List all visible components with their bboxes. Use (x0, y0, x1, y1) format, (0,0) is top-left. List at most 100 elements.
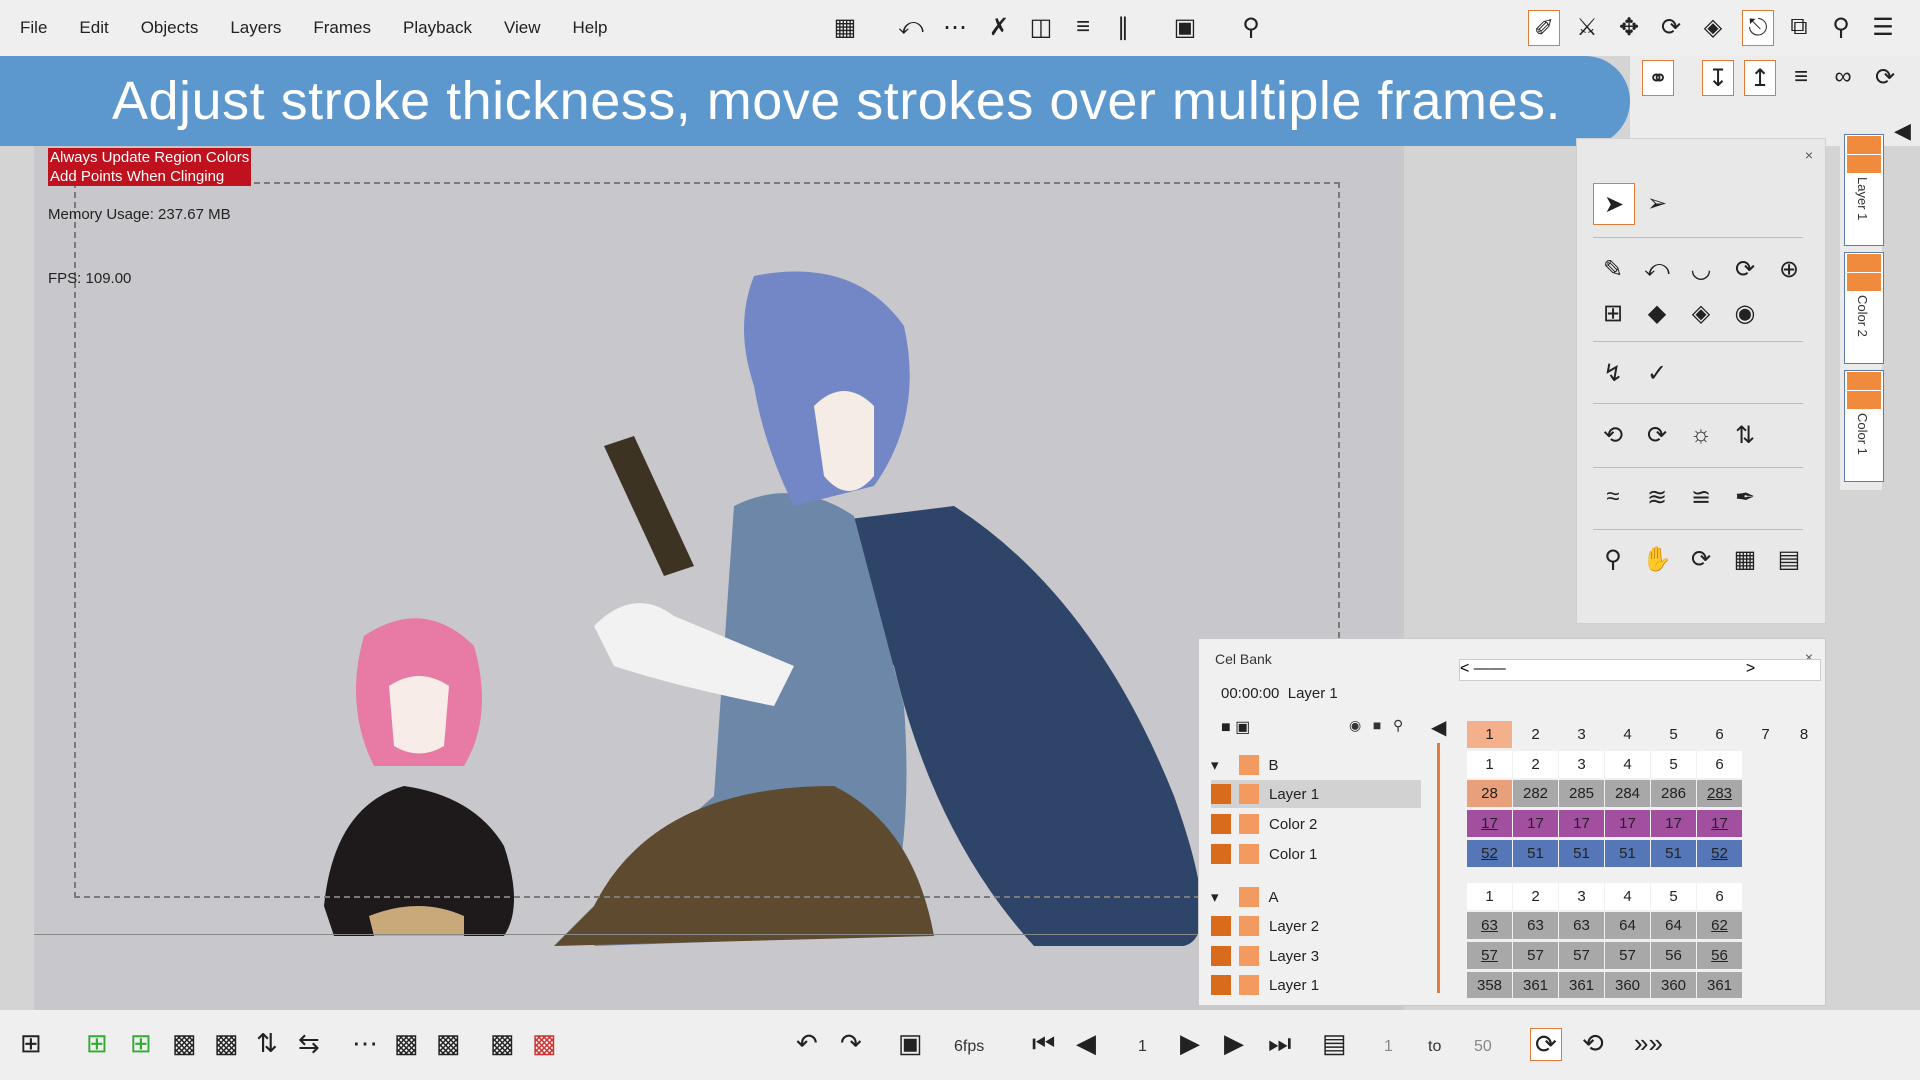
frames-icon[interactable]: ▩ (172, 1028, 197, 1059)
cel-cell[interactable]: 17 (1513, 810, 1558, 837)
menu-layers[interactable]: Layers (230, 18, 281, 38)
menu-file[interactable]: File (20, 18, 47, 38)
sort-up-icon[interactable]: ↥ (1744, 60, 1776, 96)
layer-row[interactable]: Layer 3 (1211, 942, 1421, 970)
menu-view[interactable]: View (504, 18, 541, 38)
bounce-icon[interactable]: ⟲ (1582, 1028, 1604, 1059)
cel-cell[interactable]: 361 (1697, 972, 1742, 998)
stamp-tool-icon[interactable]: ⎋ (1742, 10, 1774, 46)
link-icon[interactable]: ∞ (1828, 60, 1858, 94)
eyedropper-icon[interactable]: ✒ (1725, 477, 1765, 517)
curve-pen-icon[interactable]: ⤺ (1637, 249, 1677, 289)
cel-cell[interactable]: 57 (1559, 942, 1604, 969)
add-point-icon[interactable]: ⊕ (1769, 249, 1809, 289)
layer-tab-color1[interactable]: Color 1 (1844, 370, 1884, 482)
cel-cell[interactable]: 52 (1697, 840, 1742, 867)
frame-number[interactable]: 7 (1743, 721, 1788, 748)
lasso-select-icon[interactable]: ➢ (1637, 183, 1677, 223)
bulb-tool-icon[interactable]: ⚲ (1826, 10, 1856, 44)
collapse-panel-icon[interactable]: ◀ (1894, 118, 1911, 144)
cel-cell[interactable]: 51 (1651, 840, 1696, 867)
cel-cell[interactable]: 57 (1467, 942, 1512, 969)
cel-cell[interactable]: 63 (1467, 912, 1512, 939)
swap-icon[interactable]: ⇅ (1725, 415, 1765, 455)
fill-select-icon[interactable]: ◉ (1725, 293, 1765, 333)
cel-cell[interactable]: 63 (1513, 912, 1558, 939)
frame-number[interactable]: 1 (1467, 721, 1512, 748)
paint-tool-icon[interactable]: ⚔ (1572, 10, 1602, 44)
current-frame[interactable]: 1 (1138, 1038, 1147, 1056)
menu-playback[interactable]: Playback (403, 18, 472, 38)
cel-cell[interactable]: 52 (1467, 840, 1512, 867)
hand-icon[interactable]: ✋ (1637, 539, 1677, 579)
layer-row[interactable]: Color 2 (1211, 810, 1421, 838)
move-tool-icon[interactable]: ✥ (1614, 10, 1644, 44)
frame-number[interactable]: 3 (1559, 721, 1604, 748)
stack-icon[interactable]: ☰ (1868, 10, 1898, 44)
cel-cell[interactable]: 56 (1651, 942, 1696, 969)
cel-cell[interactable]: 57 (1513, 942, 1558, 969)
insert-frame-icon[interactable]: ⊞ (130, 1028, 152, 1059)
select-arrow-icon[interactable]: ➤ (1593, 183, 1635, 225)
cel-cell[interactable]: 64 (1605, 912, 1650, 939)
prev-frame-icon[interactable]: ◀ (1076, 1028, 1096, 1059)
fast-forward-icon[interactable]: »» (1634, 1028, 1663, 1059)
cel-cell[interactable]: 51 (1605, 840, 1650, 867)
cel-cell[interactable]: 361 (1513, 972, 1558, 998)
redo-icon[interactable]: ↷ (840, 1028, 862, 1059)
layer-row[interactable]: Color 1 (1211, 840, 1421, 868)
frame-number[interactable]: 2 (1513, 721, 1558, 748)
range-end[interactable]: 50 (1474, 1038, 1492, 1056)
layer-tab-color2[interactable]: Color 2 (1844, 252, 1884, 364)
align-icon[interactable]: ≡ (1786, 60, 1816, 94)
bars-alt-icon[interactable]: ▩ (436, 1028, 461, 1059)
rotate-tool-icon[interactable]: ⟳ (1656, 10, 1686, 44)
refresh-icon[interactable]: ⟳ (1870, 60, 1900, 94)
thickness-icon[interactable]: ✓ (1637, 353, 1677, 393)
first-frame-icon[interactable]: ⏮ (1032, 1028, 1055, 1060)
layer-row[interactable]: Layer 2 (1211, 912, 1421, 940)
delete-frames-icon[interactable]: ▩ (532, 1028, 557, 1059)
arc-icon[interactable]: ◡ (1681, 249, 1721, 289)
fps-select[interactable]: 6fps (954, 1038, 984, 1056)
timeline-scroll[interactable]: < —— > (1459, 659, 1821, 681)
play-icon[interactable]: ▶ (1180, 1028, 1200, 1059)
menu-objects[interactable]: Objects (141, 18, 199, 38)
cel-cell[interactable]: 17 (1651, 810, 1696, 837)
camera-view-icon[interactable]: ▦ (1725, 539, 1765, 579)
menu-help[interactable]: Help (573, 18, 608, 38)
menu-edit[interactable]: Edit (79, 18, 108, 38)
cel-cell[interactable]: 51 (1513, 840, 1558, 867)
lock-icon[interactable]: ■ ▣ (1221, 717, 1250, 737)
cel-cell[interactable]: 285 (1559, 780, 1604, 807)
cel-cell[interactable]: 56 (1697, 942, 1742, 969)
layer-row[interactable]: Layer 1 (1211, 972, 1421, 998)
cel-cell[interactable]: 358 (1467, 972, 1512, 998)
frame-number[interactable]: 5 (1651, 721, 1696, 748)
cel-cell[interactable]: 17 (1559, 810, 1604, 837)
smudge-alt-icon[interactable]: ≋ (1637, 477, 1677, 517)
prev-frame-icon[interactable]: ◀ (1431, 715, 1446, 740)
fill-rotate-alt-icon[interactable]: ⟳ (1637, 415, 1677, 455)
cel-cell[interactable]: 63 (1559, 912, 1604, 939)
ruler-curve-icon[interactable]: ∥ (1108, 10, 1138, 44)
zoom-icon[interactable]: ⚲ (1593, 539, 1633, 579)
fill-tool-icon[interactable]: ◈ (1698, 10, 1728, 44)
bars-icon[interactable]: ▩ (394, 1028, 419, 1059)
cel-cell[interactable]: 57 (1605, 942, 1650, 969)
smudge-icon[interactable]: ≈ (1593, 477, 1633, 517)
curve-stroke-icon[interactable]: ⤺ (896, 10, 926, 44)
stroke-adjust-icon[interactable]: ↯ (1593, 353, 1633, 393)
cel-cell[interactable]: 51 (1559, 840, 1604, 867)
cel-cell[interactable]: 286 (1651, 780, 1696, 807)
last-frame-icon[interactable]: ⏭ (1268, 1028, 1291, 1060)
cel-cell[interactable]: 360 (1651, 972, 1696, 998)
delete-frame-icon[interactable]: ▩ (490, 1028, 515, 1059)
expand-icon[interactable]: ▾ (1211, 756, 1219, 774)
cel-cell[interactable]: 17 (1467, 810, 1512, 837)
frame-number[interactable]: 4 (1605, 721, 1650, 748)
spacing-icon[interactable]: ⋯ (352, 1028, 378, 1059)
close-icon[interactable]: × (1805, 147, 1813, 163)
group-row-a[interactable]: ▾ A (1211, 883, 1421, 911)
next-frame-icon[interactable]: ▶ (1224, 1028, 1244, 1059)
